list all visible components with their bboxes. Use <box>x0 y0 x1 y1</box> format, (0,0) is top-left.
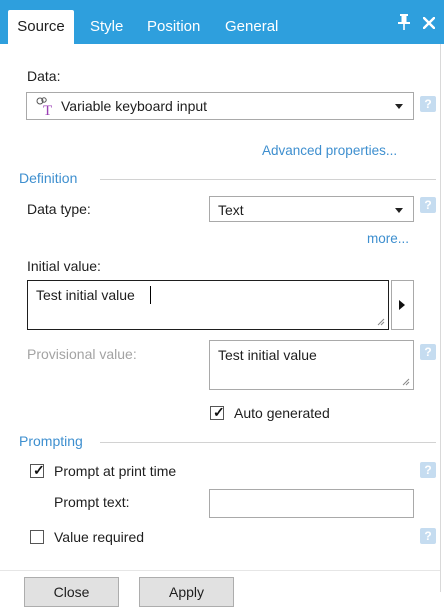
pin-icon[interactable] <box>398 14 410 30</box>
section-divider <box>100 179 436 180</box>
resize-grip-icon[interactable] <box>375 316 385 326</box>
prompt-text-input[interactable] <box>209 489 414 518</box>
provisional-value-input[interactable]: Test initial value <box>209 340 414 390</box>
initial-value-label: Initial value: <box>27 258 101 274</box>
help-icon[interactable]: ? <box>420 197 436 213</box>
prompt-at-print-checkbox[interactable]: ✓ <box>30 462 45 478</box>
definition-section-title: Definition <box>19 170 78 186</box>
checkmark-icon: ✓ <box>33 462 45 478</box>
help-icon[interactable]: ? <box>420 96 436 112</box>
tab-style[interactable]: Style <box>90 10 123 44</box>
text-cursor <box>150 286 151 304</box>
close-button[interactable]: Close <box>24 577 119 607</box>
initial-value-text: Test initial value <box>36 287 135 303</box>
data-type-select[interactable]: Text <box>209 196 414 222</box>
play-icon <box>399 300 405 310</box>
data-source-select[interactable]: T Variable keyboard input <box>26 92 414 120</box>
initial-value-input[interactable]: Test initial value <box>27 280 389 330</box>
auto-generated-label: Auto generated <box>234 405 330 421</box>
tab-general[interactable]: General <box>225 10 278 44</box>
auto-generated-checkbox[interactable]: ✓ <box>210 404 225 420</box>
prompting-section-title: Prompting <box>19 433 83 449</box>
help-icon[interactable]: ? <box>420 528 436 544</box>
svg-text:T: T <box>43 103 52 117</box>
chevron-down-icon <box>395 104 403 109</box>
chevron-down-icon <box>395 208 403 213</box>
prompt-text-label: Prompt text: <box>54 494 130 510</box>
data-type-value: Text <box>218 202 244 218</box>
variable-keyboard-input-icon: T <box>36 97 52 117</box>
tab-bar: Source Style Position General <box>0 0 444 44</box>
tab-position[interactable]: Position <box>147 10 200 44</box>
prompt-at-print-label: Prompt at print time <box>54 463 177 479</box>
advanced-properties-link[interactable]: Advanced properties... <box>262 143 397 158</box>
section-divider <box>100 442 436 443</box>
value-required-checkbox[interactable] <box>30 530 44 544</box>
insert-special-button[interactable] <box>391 280 414 330</box>
apply-button[interactable]: Apply <box>139 577 234 607</box>
help-icon[interactable]: ? <box>420 462 436 478</box>
footer-divider <box>0 570 440 571</box>
checkmark-icon: ✓ <box>213 404 225 420</box>
more-link[interactable]: more... <box>367 231 409 246</box>
provisional-value-label: Provisional value: <box>27 346 137 362</box>
resize-grip-icon[interactable] <box>400 376 410 386</box>
value-required-label: Value required <box>54 529 145 545</box>
data-label: Data: <box>27 68 61 84</box>
help-icon[interactable]: ? <box>420 344 436 360</box>
data-source-value: Variable keyboard input <box>61 98 208 114</box>
tab-source[interactable]: Source <box>8 10 74 44</box>
provisional-value-text: Test initial value <box>218 347 317 363</box>
data-type-label: Data type: <box>27 201 91 217</box>
close-icon[interactable] <box>423 17 435 29</box>
